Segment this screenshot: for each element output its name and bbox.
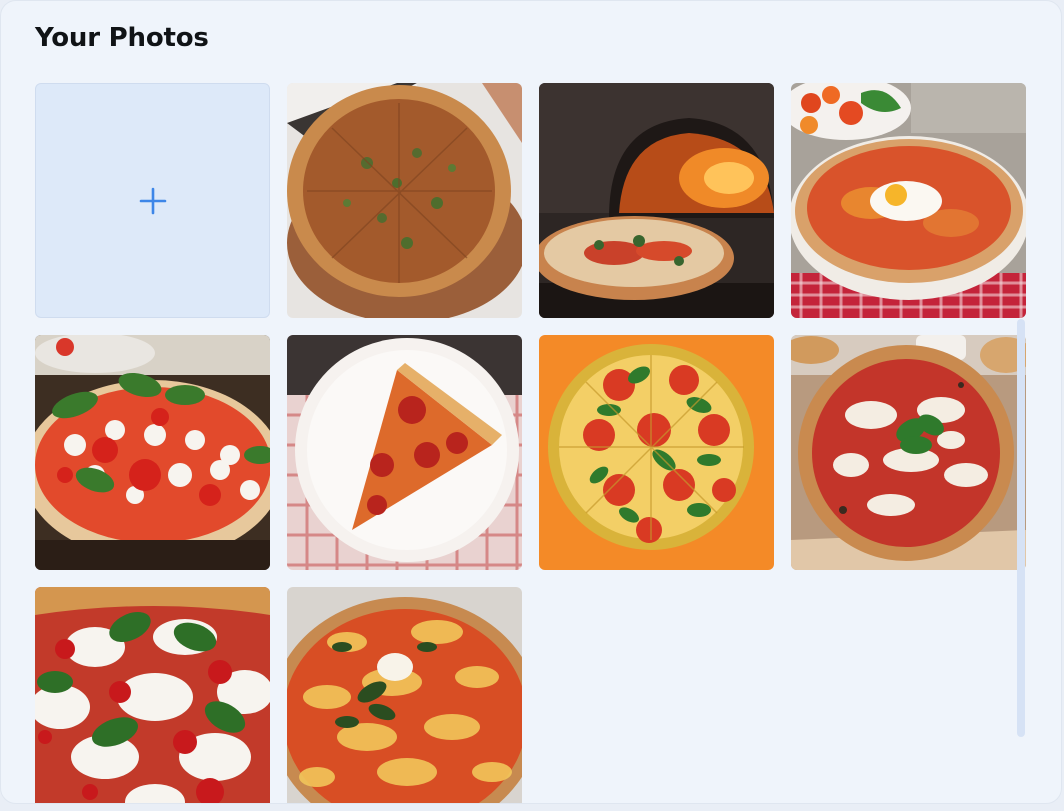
photo-pizza-mozzarella-basil xyxy=(35,587,270,803)
photo-tile[interactable] xyxy=(287,83,522,318)
photo-pizza-margherita-board xyxy=(791,335,1026,570)
photo-pizza-orange-background xyxy=(539,335,774,570)
photo-tile[interactable] xyxy=(539,83,774,318)
photo-tile[interactable] xyxy=(287,587,522,803)
photo-tile[interactable] xyxy=(287,335,522,570)
photo-pizza-wood-board xyxy=(287,83,522,318)
photo-pizza-caprese xyxy=(35,335,270,570)
photo-pizza-egg xyxy=(791,83,1026,318)
page-title: Your Photos xyxy=(35,23,209,53)
photo-tile[interactable] xyxy=(35,587,270,803)
plus-icon xyxy=(139,187,166,214)
photo-pizza-cheesy xyxy=(287,587,522,803)
photo-pizza-slice-plate xyxy=(287,335,522,570)
photo-tile[interactable] xyxy=(791,83,1026,318)
scrollbar[interactable] xyxy=(1017,319,1025,737)
photos-panel: Your Photos xyxy=(0,0,1062,804)
photo-grid xyxy=(35,83,1026,803)
photo-tile[interactable] xyxy=(35,335,270,570)
photo-tile[interactable] xyxy=(791,335,1026,570)
add-photo-button[interactable] xyxy=(35,83,270,318)
photo-tile[interactable] xyxy=(539,335,774,570)
photo-pizza-oven xyxy=(539,83,774,318)
